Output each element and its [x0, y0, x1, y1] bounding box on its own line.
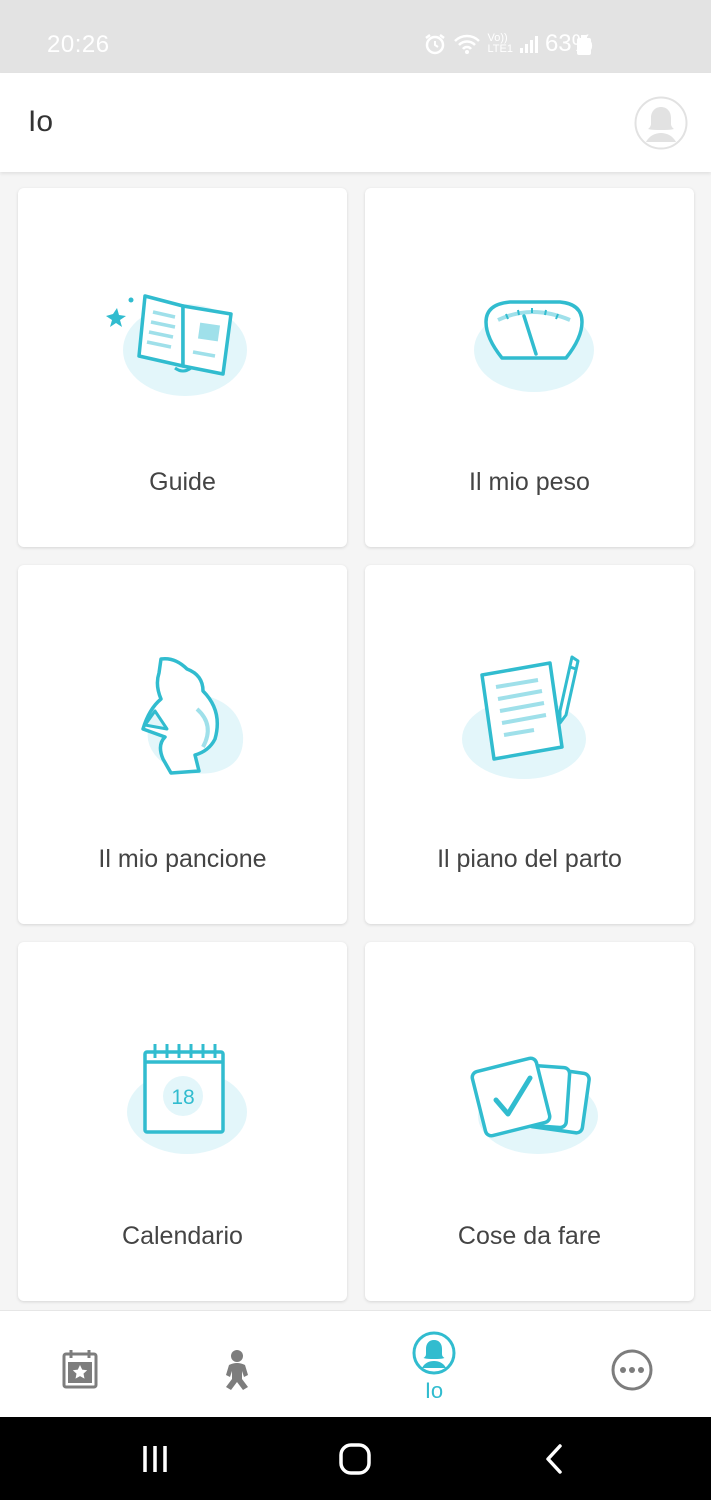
- open-book-icon: [105, 294, 247, 396]
- status-bar: 20:26 Vo)) LTE1 63%: [0, 0, 711, 73]
- card-label: Il piano del parto: [437, 845, 622, 873]
- nav-tab-more[interactable]: [572, 1311, 692, 1418]
- card-my-belly[interactable]: Il mio pancione: [18, 565, 347, 924]
- signal-icon: [519, 36, 538, 53]
- calendar-icon: 18: [126, 1044, 247, 1154]
- profile-icon: [412, 1331, 456, 1375]
- feature-grid: Guide Il mio peso Il mio pancione Il pia…: [0, 172, 711, 1310]
- birth-plan-document-icon: [461, 655, 586, 779]
- recent-apps-icon: [143, 1445, 167, 1472]
- back-button[interactable]: [504, 1417, 604, 1500]
- home-icon: [339, 1442, 371, 1475]
- user-avatar-icon[interactable]: [634, 96, 688, 150]
- status-icons: Vo)) LTE1 63%: [423, 30, 593, 58]
- page-title: Io: [28, 105, 54, 138]
- todo-checklist-icon: [470, 1056, 598, 1154]
- pregnant-belly-icon: [140, 656, 243, 775]
- calendar-star-icon: [62, 1350, 98, 1389]
- recent-apps-button[interactable]: [105, 1417, 205, 1500]
- app-header: Io: [0, 73, 711, 172]
- card-todo[interactable]: Cose da fare: [365, 942, 694, 1301]
- nav-tab-baby[interactable]: [177, 1311, 297, 1418]
- card-my-weight[interactable]: Il mio peso: [365, 188, 694, 547]
- nav-tab-profile[interactable]: Io: [374, 1311, 494, 1418]
- card-label: Calendario: [122, 1222, 243, 1250]
- system-navigation-bar: [0, 1417, 711, 1500]
- battery-icon: [577, 35, 591, 55]
- card-birth-plan[interactable]: Il piano del parto: [365, 565, 694, 924]
- network-type: Vo)) LTE1: [487, 32, 513, 55]
- card-label: Il mio pancione: [98, 845, 267, 873]
- weight-scale-icon: [473, 300, 594, 392]
- wifi-icon: [454, 34, 481, 54]
- card-label: Guide: [149, 468, 216, 496]
- card-guide[interactable]: Guide: [18, 188, 347, 547]
- baby-icon: [226, 1350, 248, 1390]
- more-icon: [611, 1349, 653, 1391]
- nav-tab-calendar[interactable]: [20, 1311, 140, 1418]
- nav-tab-label: Io: [424, 1378, 444, 1403]
- alarm-icon: [425, 34, 446, 55]
- card-calendar[interactable]: 18 Calendario: [18, 942, 347, 1301]
- back-icon: [546, 1443, 562, 1474]
- card-label: Il mio peso: [469, 468, 590, 496]
- bottom-navigation: Io: [0, 1310, 711, 1417]
- status-time: 20:26: [47, 31, 110, 58]
- calendar-day: 18: [171, 1086, 194, 1109]
- card-label: Cose da fare: [457, 1222, 602, 1250]
- home-button[interactable]: [305, 1417, 405, 1500]
